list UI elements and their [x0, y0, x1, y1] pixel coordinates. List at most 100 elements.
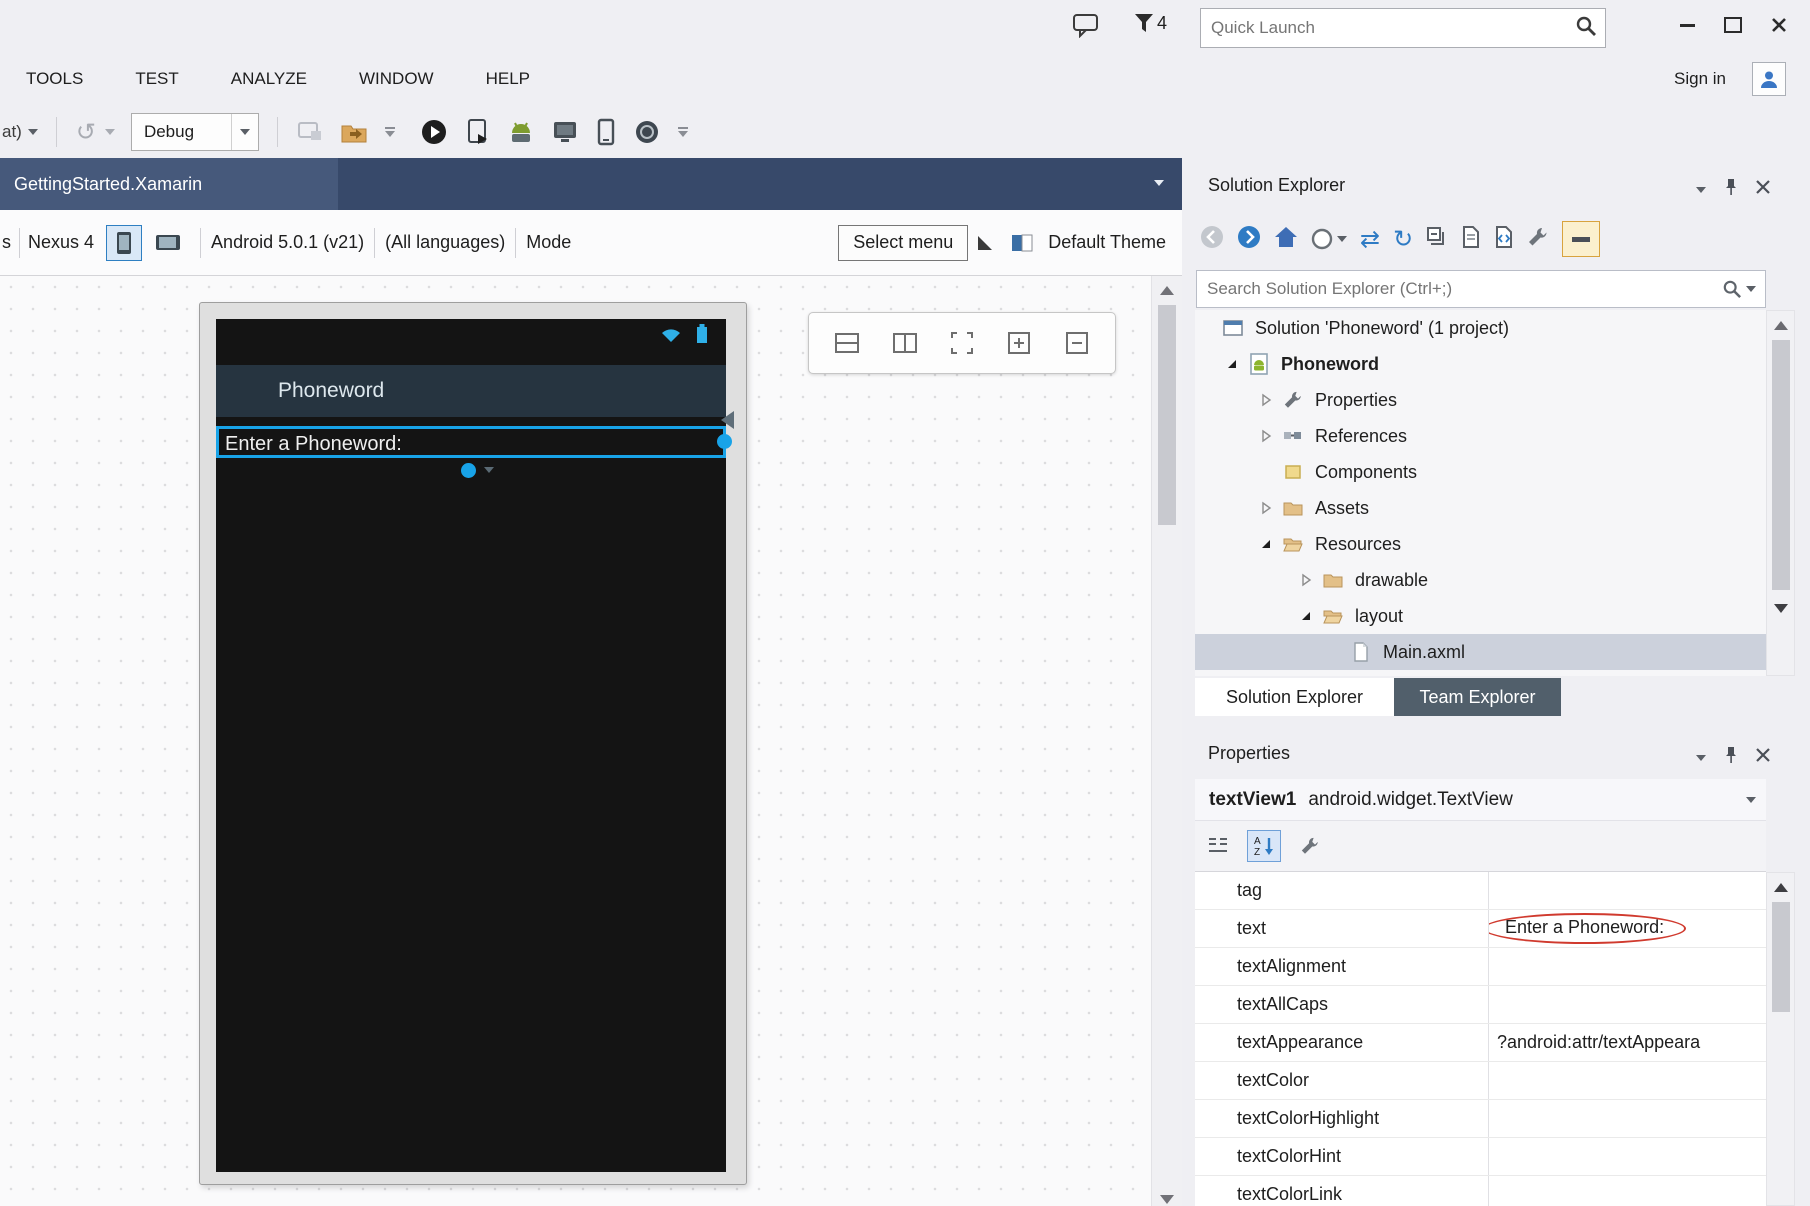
debug-target-combo[interactable]: Debug	[131, 113, 259, 151]
property-row-tag[interactable]: tag	[1195, 872, 1766, 910]
tree-item-solution[interactable]: Solution 'Phoneword' (1 project)	[1195, 310, 1766, 346]
properties-wrench-icon[interactable]	[1527, 226, 1549, 253]
run-on-device-icon[interactable]	[466, 118, 490, 146]
property-value[interactable]	[1489, 1062, 1766, 1099]
collapse-all-icon[interactable]	[1426, 226, 1448, 253]
property-row-text[interactable]: text Enter a Phoneword:	[1195, 910, 1766, 948]
menu-test[interactable]: TEST	[109, 52, 204, 106]
property-value[interactable]: Enter a Phoneword:	[1489, 910, 1766, 947]
account-avatar-icon[interactable]	[1752, 62, 1786, 96]
object-dropdown-icon[interactable]	[1746, 797, 1756, 803]
tab-team-explorer[interactable]: Team Explorer	[1394, 678, 1561, 716]
scope-icon[interactable]	[1311, 228, 1347, 250]
property-value[interactable]: ?android:attr/textAppeara	[1489, 1024, 1766, 1061]
expander-expanded-icon[interactable]	[1219, 356, 1245, 372]
tree-item-resources[interactable]: Resources	[1195, 526, 1766, 562]
menu-window[interactable]: WINDOW	[333, 52, 460, 106]
property-row-textappearance[interactable]: textAppearance ?android:attr/textAppeara	[1195, 1024, 1766, 1062]
zoom-out-icon[interactable]	[1058, 324, 1096, 362]
split-vertical-icon[interactable]	[886, 324, 924, 362]
resize-handle-bottom-icon[interactable]	[461, 463, 476, 478]
tree-item-properties[interactable]: Properties	[1195, 382, 1766, 418]
select-menu-button[interactable]: Select menu	[838, 225, 968, 261]
action-bar-corner-icon[interactable]	[976, 234, 994, 252]
expander-expanded-icon[interactable]	[1253, 536, 1279, 552]
back-icon[interactable]	[1200, 225, 1224, 254]
device-portrait-icon[interactable]	[596, 118, 616, 146]
expander-collapsed-icon[interactable]	[1293, 572, 1319, 588]
undo-dropdown-icon[interactable]	[105, 129, 115, 135]
refresh-icon[interactable]: ↻	[1393, 225, 1413, 254]
pane-menu-icon[interactable]	[1696, 755, 1706, 761]
solution-search-box[interactable]	[1196, 270, 1766, 308]
sync-icon[interactable]: ⇄	[1360, 225, 1380, 254]
scroll-up-icon[interactable]	[1774, 321, 1788, 330]
expander-collapsed-icon[interactable]	[1253, 428, 1279, 444]
combo-dropdown-icon[interactable]	[231, 114, 258, 150]
property-row-textallcaps[interactable]: textAllCaps	[1195, 986, 1766, 1024]
show-all-files-icon[interactable]	[1461, 226, 1481, 253]
properties-scrollbar[interactable]	[1766, 872, 1795, 1206]
forward-icon[interactable]	[1237, 225, 1261, 254]
property-pages-wrench-icon[interactable]	[1293, 830, 1327, 862]
property-value[interactable]	[1489, 1138, 1766, 1175]
quick-launch-box[interactable]	[1200, 8, 1606, 48]
scroll-up-icon[interactable]	[1160, 286, 1174, 295]
alphabetical-icon[interactable]: AZ	[1247, 830, 1281, 862]
property-value[interactable]	[1489, 986, 1766, 1023]
tree-item-layout[interactable]: layout	[1195, 598, 1766, 634]
scroll-down-icon[interactable]	[1774, 604, 1788, 613]
toolbar-overflow-icon[interactable]	[385, 127, 395, 137]
pane-menu-icon[interactable]	[1696, 187, 1706, 193]
preview-selected-toggle[interactable]	[1562, 221, 1600, 257]
tab-solution-explorer[interactable]: Solution Explorer	[1195, 678, 1394, 716]
home-icon[interactable]	[1274, 226, 1298, 253]
pin-icon[interactable]	[1724, 746, 1738, 769]
undo-icon[interactable]: ↺	[76, 118, 96, 147]
sign-in-link[interactable]: Sign in	[1674, 69, 1726, 89]
config-dropdown-icon[interactable]	[28, 129, 38, 135]
property-value[interactable]	[1489, 1176, 1766, 1206]
property-row-textcolorhighlight[interactable]: textColorHighlight	[1195, 1100, 1766, 1138]
device-screen-icon[interactable]	[552, 120, 578, 144]
maximize-button[interactable]	[1710, 8, 1756, 42]
search-icon[interactable]	[1714, 280, 1765, 298]
property-row-textcolorhint[interactable]: textColorHint	[1195, 1138, 1766, 1176]
solution-config-partial[interactable]: at)	[2, 122, 22, 142]
minimize-button[interactable]	[1664, 8, 1710, 42]
attach-disabled-icon[interactable]	[297, 121, 323, 143]
quick-launch-input[interactable]	[1201, 18, 1567, 38]
property-value[interactable]	[1489, 948, 1766, 985]
selection-bounds-icon[interactable]	[943, 324, 981, 362]
notifications-filter[interactable]: 4	[1134, 12, 1167, 34]
adorner-arrow-icon[interactable]	[721, 411, 734, 429]
zoom-in-icon[interactable]	[1000, 324, 1038, 362]
split-horizontal-icon[interactable]	[828, 324, 866, 362]
property-row-textalignment[interactable]: textAlignment	[1195, 948, 1766, 986]
editor-scrollbar[interactable]	[1151, 276, 1182, 1206]
android-version-selector[interactable]: Android 5.0.1 (v21)	[211, 232, 364, 253]
tree-item-assets[interactable]: Assets	[1195, 490, 1766, 526]
expander-expanded-icon[interactable]	[1293, 608, 1319, 624]
close-pane-icon[interactable]	[1756, 748, 1770, 767]
android-emulator-icon[interactable]	[508, 119, 534, 145]
tree-item-references[interactable]: References	[1195, 418, 1766, 454]
document-tab[interactable]: GettingStarted.Xamarin	[0, 158, 338, 210]
design-surface[interactable]: Phoneword Enter a Phoneword:	[0, 276, 1182, 1206]
theme-selector[interactable]: Default Theme	[1048, 232, 1166, 253]
search-icon[interactable]	[1567, 16, 1605, 41]
solution-search-input[interactable]	[1197, 279, 1714, 299]
selected-object-row[interactable]: textView1 android.widget.TextView	[1195, 779, 1766, 821]
tree-item-project[interactable]: Phoneword	[1195, 346, 1766, 382]
toolbar-overflow2-icon[interactable]	[678, 127, 688, 137]
menu-help[interactable]: HELP	[460, 52, 556, 106]
textview-selected[interactable]: Enter a Phoneword:	[216, 426, 726, 458]
property-value[interactable]	[1489, 1100, 1766, 1137]
scroll-up-icon[interactable]	[1774, 883, 1788, 892]
menu-analyze[interactable]: ANALYZE	[205, 52, 333, 106]
device-selector[interactable]: Nexus 4	[28, 232, 94, 253]
scroll-thumb[interactable]	[1772, 340, 1790, 590]
categorized-icon[interactable]	[1201, 830, 1235, 862]
feedback-icon[interactable]	[1072, 12, 1100, 43]
pin-icon[interactable]	[1724, 178, 1738, 201]
